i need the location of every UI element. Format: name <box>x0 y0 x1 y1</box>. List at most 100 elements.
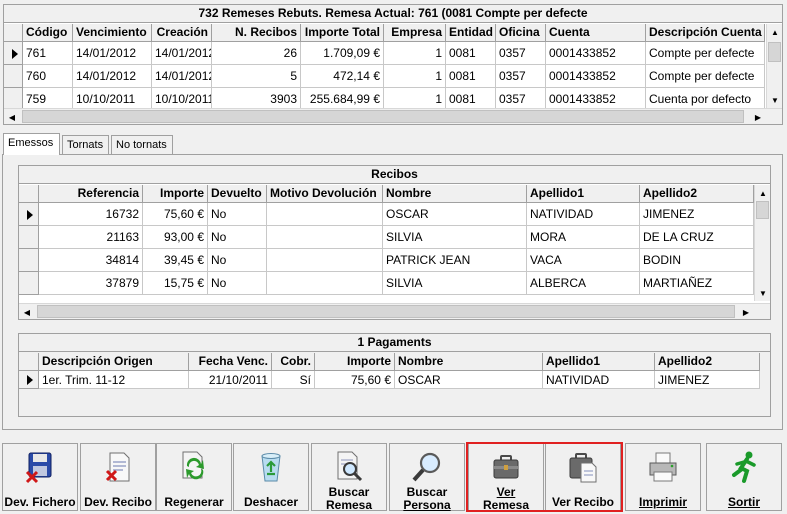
scroll-down-icon[interactable]: ▼ <box>755 285 770 301</box>
column-header[interactable]: Motivo Devolución <box>267 185 383 203</box>
table-cell[interactable]: No <box>208 203 267 226</box>
table-cell[interactable] <box>267 249 383 272</box>
row-indicator[interactable] <box>19 272 39 295</box>
row-indicator[interactable] <box>19 226 39 249</box>
table-cell[interactable]: 0357 <box>496 65 546 88</box>
table-cell[interactable]: 1er. Trim. 11-12 <box>39 371 189 389</box>
table-cell[interactable]: JIMENEZ <box>655 371 760 389</box>
buscar-remesa-button[interactable]: Buscar Remesa <box>311 443 387 512</box>
table-cell[interactable]: 26 <box>212 42 301 65</box>
table-cell[interactable]: 75,60 € <box>315 371 395 389</box>
table-cell[interactable]: 5 <box>212 65 301 88</box>
row-indicator[interactable] <box>19 371 39 389</box>
table-cell[interactable]: 37879 <box>39 272 143 295</box>
column-header[interactable]: Apellido1 <box>527 185 640 203</box>
buscar-persona-button[interactable]: Buscar Persona <box>389 443 465 512</box>
column-header[interactable]: Descripción Origen <box>39 353 189 371</box>
table-cell[interactable]: 0081 <box>446 42 496 65</box>
table-cell[interactable]: VACA <box>527 249 640 272</box>
table-cell[interactable]: 75,60 € <box>143 203 208 226</box>
column-header[interactable]: Fecha Venc. <box>189 353 272 371</box>
table-cell[interactable]: OSCAR <box>395 371 543 389</box>
remesas-vertical-scrollbar[interactable]: ▲ ▼ <box>766 24 782 108</box>
column-header[interactable]: Apellido2 <box>655 353 760 371</box>
imprimir-button[interactable]: Imprimir <box>625 443 701 511</box>
table-cell[interactable]: JIMENEZ <box>640 203 754 226</box>
table-cell[interactable] <box>267 203 383 226</box>
table-cell[interactable]: 472,14 € <box>301 65 384 88</box>
column-header[interactable]: Creación <box>152 24 212 42</box>
recibos-grid[interactable]: Recibos Referencia Importe Devuelto Motivo … <box>18 165 771 320</box>
pagaments-grid[interactable]: 1 Pagaments Descripción Origen Fecha Venc… <box>18 333 771 417</box>
table-cell[interactable]: SILVIA <box>383 272 527 295</box>
recibos-horizontal-scrollbar[interactable]: ◀ ▶ <box>19 303 770 319</box>
scroll-left-icon[interactable]: ◀ <box>4 109 20 124</box>
scroll-thumb[interactable] <box>756 201 769 219</box>
table-cell[interactable] <box>267 226 383 249</box>
scroll-down-icon[interactable]: ▼ <box>767 92 782 108</box>
table-cell[interactable]: Sí <box>272 371 315 389</box>
table-cell[interactable]: 14/01/2012 <box>152 65 212 88</box>
scroll-thumb[interactable] <box>22 110 744 123</box>
table-cell[interactable]: DE LA CRUZ <box>640 226 754 249</box>
row-indicator[interactable] <box>19 249 39 272</box>
table-cell[interactable]: No <box>208 226 267 249</box>
table-cell[interactable]: 0357 <box>496 42 546 65</box>
remesas-horizontal-scrollbar[interactable]: ◀ ▶ <box>4 108 782 124</box>
remesas-grid[interactable]: 732 Remeses Rebuts. Remesa Actual: 761 (… <box>3 4 783 125</box>
column-header[interactable]: Apellido1 <box>543 353 655 371</box>
table-cell[interactable]: 14/01/2012 <box>73 42 152 65</box>
sortir-button[interactable]: Sortir <box>706 443 782 511</box>
column-header[interactable]: Cobr. <box>272 353 315 371</box>
table-cell[interactable]: NATIVIDAD <box>527 203 640 226</box>
table-cell[interactable]: MORA <box>527 226 640 249</box>
table-cell[interactable]: BODIN <box>640 249 754 272</box>
table-cell[interactable]: 21/10/2011 <box>189 371 272 389</box>
table-cell[interactable] <box>267 272 383 295</box>
table-cell[interactable]: 1 <box>384 42 446 65</box>
table-cell[interactable]: 34814 <box>39 249 143 272</box>
table-cell[interactable]: 14/01/2012 <box>152 42 212 65</box>
table-cell[interactable]: Compte per defecte <box>646 42 765 65</box>
scroll-left-icon[interactable]: ◀ <box>19 304 35 319</box>
dev-fichero-button[interactable]: Dev. Fichero <box>2 443 78 511</box>
table-cell[interactable]: NATIVIDAD <box>543 371 655 389</box>
column-header[interactable]: Descripción Cuenta <box>646 24 765 42</box>
scroll-thumb[interactable] <box>768 42 781 62</box>
deshacer-button[interactable]: Deshacer <box>233 443 309 511</box>
row-indicator[interactable] <box>4 42 23 65</box>
table-cell[interactable]: 21163 <box>39 226 143 249</box>
recibos-vertical-scrollbar[interactable]: ▲ ▼ <box>754 185 770 301</box>
column-header[interactable]: Devuelto <box>208 185 267 203</box>
column-header[interactable]: Nombre <box>395 353 543 371</box>
column-header[interactable]: Importe <box>315 353 395 371</box>
table-cell[interactable]: ALBERCA <box>527 272 640 295</box>
column-header[interactable]: Apellido2 <box>640 185 754 203</box>
table-cell[interactable]: 760 <box>23 65 73 88</box>
table-cell[interactable]: Compte per defecte <box>646 65 765 88</box>
tab-no-tornats[interactable]: No tornats <box>111 135 173 154</box>
table-cell[interactable]: PATRICK JEAN <box>383 249 527 272</box>
column-header[interactable]: Nombre <box>383 185 527 203</box>
scroll-up-icon[interactable]: ▲ <box>767 24 782 40</box>
table-cell[interactable]: 0081 <box>446 65 496 88</box>
table-cell[interactable]: 0001433852 <box>546 42 646 65</box>
ver-recibo-button[interactable]: Ver Recibo <box>545 443 621 511</box>
table-cell[interactable]: SILVIA <box>383 226 527 249</box>
table-cell[interactable]: MARTIAÑEZ <box>640 272 754 295</box>
column-header[interactable]: N. Recibos <box>212 24 301 42</box>
table-cell[interactable]: 93,00 € <box>143 226 208 249</box>
table-cell[interactable]: OSCAR <box>383 203 527 226</box>
table-cell[interactable]: No <box>208 272 267 295</box>
tab-emessos[interactable]: Emessos <box>3 133 60 155</box>
column-header[interactable]: Entidad <box>446 24 496 42</box>
column-header[interactable]: Cuenta <box>546 24 646 42</box>
scroll-up-icon[interactable]: ▲ <box>755 185 770 201</box>
scroll-right-icon[interactable]: ▶ <box>738 304 754 319</box>
table-cell[interactable]: No <box>208 249 267 272</box>
table-cell[interactable]: 14/01/2012 <box>73 65 152 88</box>
table-cell[interactable]: 1.709,09 € <box>301 42 384 65</box>
scroll-right-icon[interactable]: ▶ <box>750 109 766 124</box>
column-header[interactable]: Oficina <box>496 24 546 42</box>
column-header[interactable]: Importe Total <box>301 24 384 42</box>
